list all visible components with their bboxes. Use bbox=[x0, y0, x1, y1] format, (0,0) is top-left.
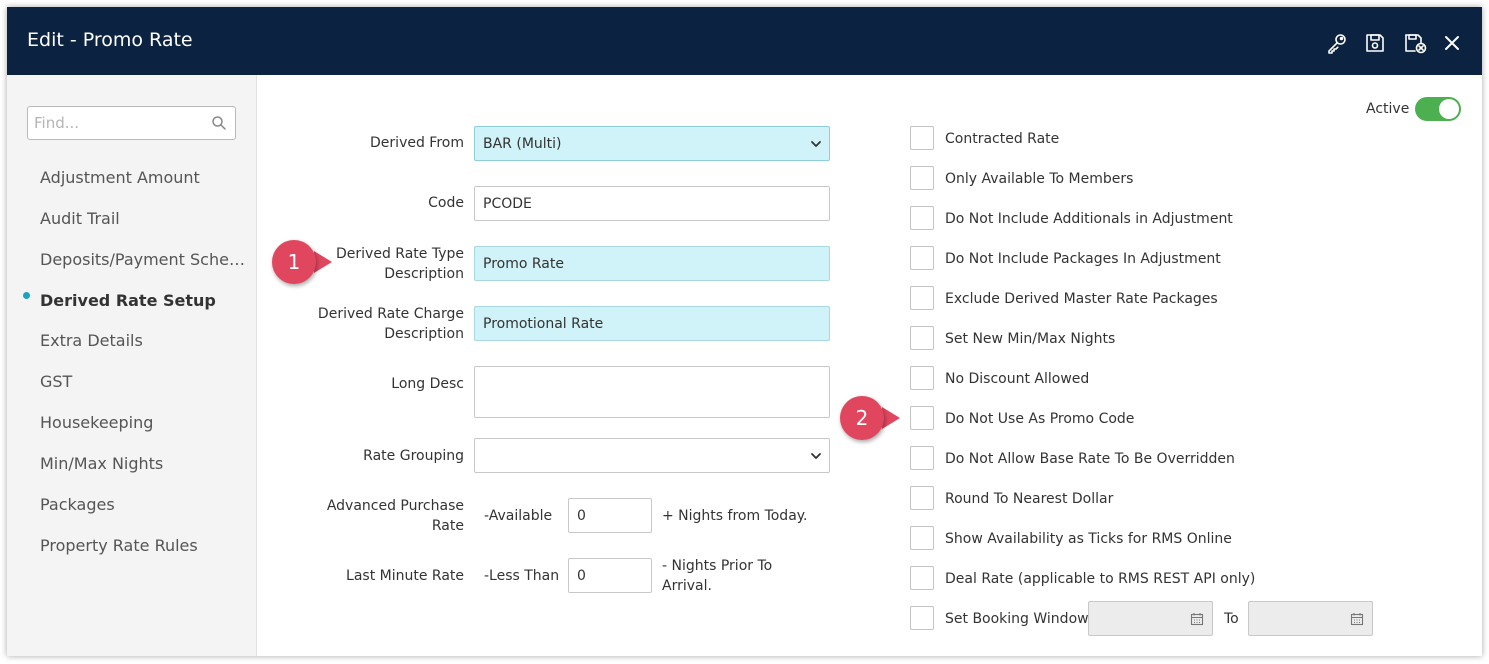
contracted-rate-checkbox[interactable] bbox=[910, 126, 934, 150]
derived-from-select[interactable]: BAR (Multi) bbox=[474, 126, 830, 161]
rate-grouping-label: Rate Grouping bbox=[363, 448, 464, 464]
save-icon[interactable] bbox=[1363, 31, 1387, 55]
exclude-derived-master-rate-packages-label: Exclude Derived Master Rate Packages bbox=[945, 291, 1218, 307]
booking-window-from-date[interactable] bbox=[1088, 601, 1213, 636]
only-available-to-members-label: Only Available To Members bbox=[945, 171, 1134, 187]
search-input[interactable] bbox=[28, 107, 208, 139]
sidebar-item-packages[interactable]: Packages bbox=[40, 494, 250, 516]
do-not-use-as-promo-code-checkbox[interactable] bbox=[910, 406, 934, 430]
long-desc-textarea[interactable] bbox=[474, 366, 830, 418]
do-not-include-additionals-label: Do Not Include Additionals in Adjustment bbox=[945, 211, 1233, 227]
derived-rate-charge-description-label: Derived Rate Charge Description bbox=[317, 306, 464, 342]
calendar-icon[interactable] bbox=[1350, 612, 1364, 626]
nights-from-today-text: + Nights from Today. bbox=[662, 508, 808, 524]
set-new-min-max-nights-checkbox[interactable] bbox=[910, 326, 934, 350]
deal-rate-checkbox[interactable] bbox=[910, 566, 934, 590]
sidebar-item-extra-details[interactable]: Extra Details bbox=[40, 330, 250, 352]
derived-rate-type-description-input[interactable] bbox=[474, 246, 830, 281]
contracted-rate-label: Contracted Rate bbox=[945, 131, 1060, 147]
sidebar-item-audit-trail[interactable]: Audit Trail bbox=[40, 208, 250, 230]
advanced-purchase-nights-input[interactable] bbox=[568, 498, 652, 533]
only-available-to-members-checkbox[interactable] bbox=[910, 166, 934, 190]
last-minute-rate-label: Last Minute Rate bbox=[346, 568, 464, 584]
window-title: Edit - Promo Rate bbox=[27, 29, 193, 51]
available-prefix: -Available bbox=[484, 508, 553, 524]
sidebar-item-min-max-nights[interactable]: Min/Max Nights bbox=[40, 453, 250, 475]
toggle-knob bbox=[1439, 99, 1459, 119]
do-not-allow-base-rate-overridden-checkbox[interactable] bbox=[910, 446, 934, 470]
booking-window-to-date[interactable] bbox=[1248, 601, 1373, 636]
exclude-derived-master-rate-packages-checkbox[interactable] bbox=[910, 286, 934, 310]
nights-prior-to-arrival-text: - Nights Prior To Arrival. bbox=[662, 558, 773, 594]
booking-window-to-label: To bbox=[1224, 611, 1239, 627]
save-close-icon[interactable] bbox=[1403, 31, 1427, 55]
annotation-badge-2: 2 bbox=[840, 396, 884, 440]
no-discount-allowed-checkbox[interactable] bbox=[910, 366, 934, 390]
do-not-use-as-promo-code-label: Do Not Use As Promo Code bbox=[945, 411, 1135, 427]
search-icon[interactable] bbox=[211, 115, 227, 131]
do-not-include-packages-checkbox[interactable] bbox=[910, 246, 934, 270]
annotation-badge-1: 1 bbox=[272, 240, 316, 284]
set-booking-window-checkbox[interactable] bbox=[910, 606, 934, 630]
long-desc-label: Long Desc bbox=[391, 376, 464, 392]
key-icon[interactable] bbox=[1325, 31, 1349, 55]
set-booking-window-label: Set Booking Window bbox=[945, 611, 1089, 627]
active-label: Active bbox=[1366, 101, 1410, 117]
derived-rate-charge-description-input[interactable] bbox=[474, 306, 830, 341]
less-than-prefix: -Less Than bbox=[484, 568, 560, 584]
calendar-icon[interactable] bbox=[1190, 612, 1204, 626]
show-availability-ticks-checkbox[interactable] bbox=[910, 526, 934, 550]
do-not-allow-base-rate-overridden-label: Do Not Allow Base Rate To Be Overridden bbox=[945, 451, 1235, 467]
active-toggle[interactable] bbox=[1415, 97, 1461, 121]
set-new-min-max-nights-label: Set New Min/Max Nights bbox=[945, 331, 1116, 347]
sidebar-item-adjustment-amount[interactable]: Adjustment Amount bbox=[40, 167, 250, 189]
do-not-include-additionals-checkbox[interactable] bbox=[910, 206, 934, 230]
sidebar-item-property-rate-rules[interactable]: Property Rate Rules bbox=[40, 535, 250, 557]
derived-from-label: Derived From bbox=[370, 135, 464, 151]
annotation-arrow-2 bbox=[882, 407, 900, 429]
active-indicator-dot bbox=[23, 292, 30, 299]
sidebar: Adjustment Amount Audit Trail Deposits/P… bbox=[7, 75, 257, 656]
last-minute-nights-input[interactable] bbox=[568, 558, 652, 593]
code-input[interactable] bbox=[474, 186, 830, 221]
chevron-down-icon bbox=[811, 453, 821, 459]
rate-grouping-select[interactable] bbox=[474, 438, 830, 473]
derived-from-value: BAR (Multi) bbox=[483, 136, 562, 152]
do-not-include-packages-label: Do Not Include Packages In Adjustment bbox=[945, 251, 1221, 267]
deal-rate-label: Deal Rate (applicable to RMS REST API on… bbox=[945, 571, 1256, 587]
round-to-nearest-dollar-checkbox[interactable] bbox=[910, 486, 934, 510]
show-availability-ticks-label: Show Availability as Ticks for RMS Onlin… bbox=[945, 531, 1232, 547]
code-label: Code bbox=[428, 195, 464, 211]
annotation-arrow-1 bbox=[314, 251, 332, 273]
sidebar-item-deposits-payment-schedule[interactable]: Deposits/Payment Schedule bbox=[40, 249, 250, 271]
chevron-down-icon bbox=[811, 141, 821, 147]
sidebar-item-housekeeping[interactable]: Housekeeping bbox=[40, 412, 250, 434]
close-icon[interactable] bbox=[1440, 31, 1464, 55]
edit-promo-rate-window: Edit - Promo Rate Find... Adjustment Amo… bbox=[7, 7, 1482, 656]
sidebar-item-gst[interactable]: GST bbox=[40, 371, 250, 393]
round-to-nearest-dollar-label: Round To Nearest Dollar bbox=[945, 491, 1114, 507]
advanced-purchase-rate-label: Advanced Purchase Rate bbox=[326, 498, 464, 534]
find-box bbox=[27, 106, 236, 140]
title-bar: Edit - Promo Rate bbox=[7, 7, 1482, 75]
no-discount-allowed-label: No Discount Allowed bbox=[945, 371, 1090, 387]
sidebar-item-derived-rate-setup[interactable]: Derived Rate Setup bbox=[40, 290, 250, 312]
